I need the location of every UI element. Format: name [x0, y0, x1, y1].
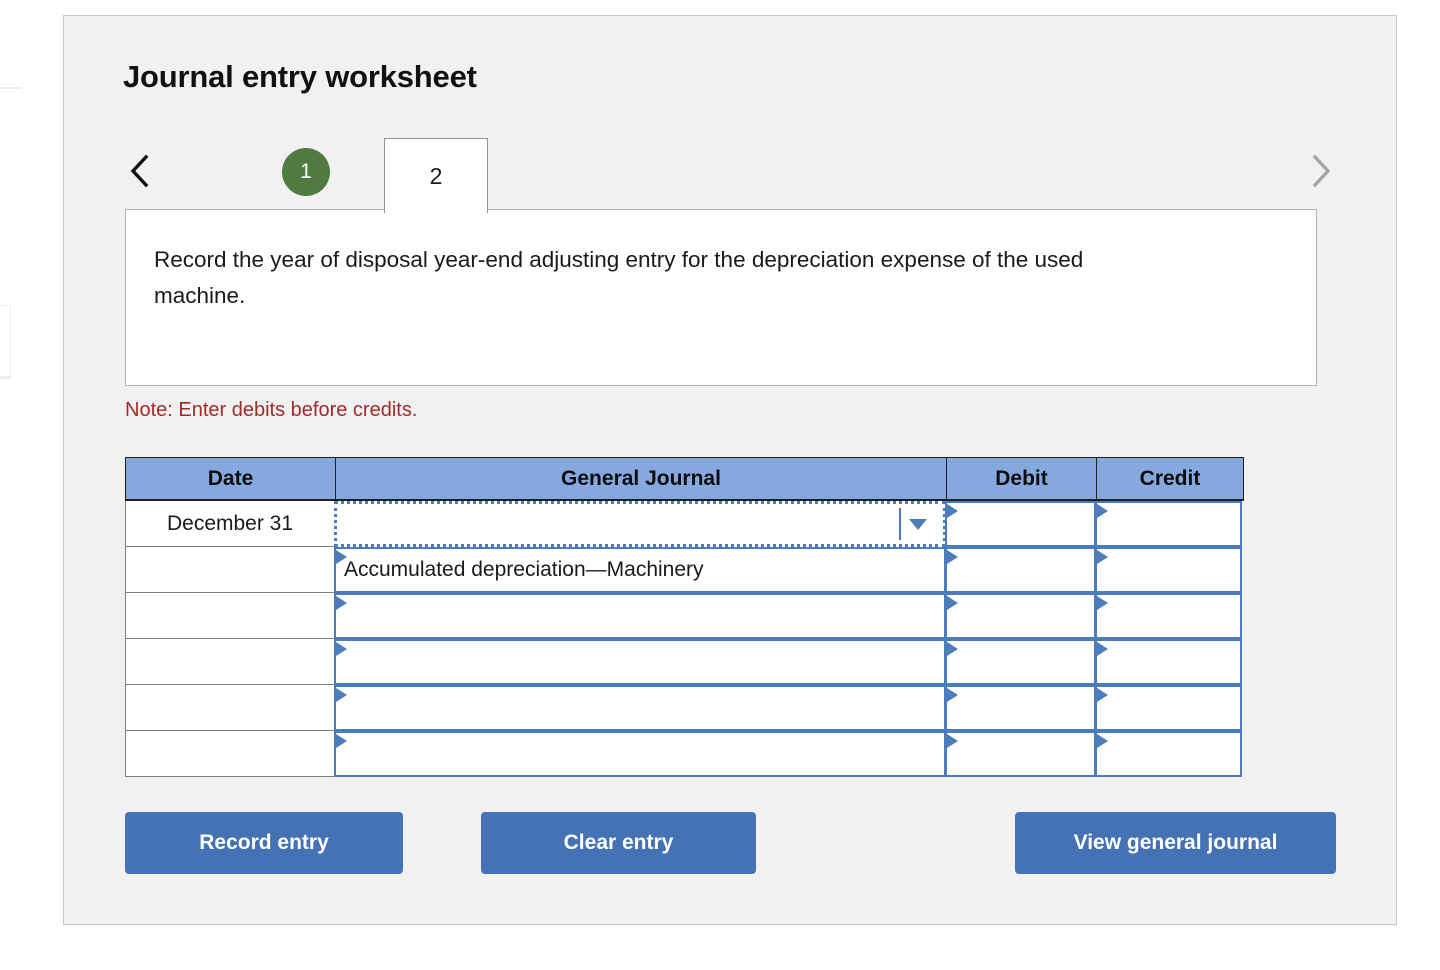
journal-table: Date General Journal Debit Credit Decemb… — [125, 457, 1244, 777]
cell-marker-icon — [1097, 688, 1108, 702]
general-journal-select[interactable] — [334, 501, 946, 547]
journal-entry-panel: Journal entry worksheet 1 2 Record the y… — [63, 15, 1397, 925]
date-cell[interactable] — [125, 593, 335, 639]
cell-marker-icon — [336, 642, 347, 656]
background-fragment-box — [0, 377, 11, 379]
cell-marker-icon — [336, 688, 347, 702]
cell-marker-icon — [1097, 596, 1108, 610]
prompt-text: Record the year of disposal year-end adj… — [154, 247, 1084, 308]
page-title: Journal entry worksheet — [123, 59, 477, 94]
credit-input[interactable] — [1095, 593, 1242, 639]
credit-input[interactable] — [1095, 639, 1242, 685]
background-fragment-box — [0, 305, 11, 377]
cell-marker-icon — [1097, 504, 1108, 518]
cell-marker-icon — [1097, 550, 1108, 564]
general-journal-value: Accumulated depreciation—Machinery — [344, 558, 704, 581]
cell-marker-icon — [947, 734, 958, 748]
cell-marker-icon — [947, 596, 958, 610]
tab-1[interactable]: 1 — [282, 148, 330, 196]
date-cell[interactable] — [125, 685, 335, 731]
tab-1-label: 1 — [300, 160, 312, 183]
general-journal-input[interactable] — [334, 685, 946, 731]
general-journal-input[interactable] — [334, 593, 946, 639]
cell-marker-icon — [947, 550, 958, 564]
tab-2[interactable]: 2 — [384, 138, 488, 213]
cell-marker-icon — [1097, 734, 1108, 748]
table-row: Accumulated depreciation—Machinery — [125, 547, 1244, 593]
credit-input[interactable] — [1095, 501, 1242, 547]
general-journal-input[interactable] — [334, 639, 946, 685]
worksheet-tabstrip: 1 2 — [123, 131, 1338, 213]
column-header-debit: Debit — [947, 458, 1097, 499]
debit-input[interactable] — [945, 593, 1096, 639]
screenshot-root: Journal entry worksheet 1 2 Record the y… — [0, 0, 1440, 970]
cell-marker-icon — [336, 550, 347, 564]
credit-input[interactable] — [1095, 685, 1242, 731]
credit-input[interactable] — [1095, 731, 1242, 777]
view-general-journal-button[interactable]: View general journal — [1015, 812, 1336, 874]
tab-2-label: 2 — [429, 162, 443, 189]
debit-input[interactable] — [945, 731, 1096, 777]
clear-entry-button[interactable]: Clear entry — [481, 812, 756, 874]
debit-input[interactable] — [945, 685, 1096, 731]
chevron-left-icon[interactable] — [123, 149, 157, 193]
background-fragment-line — [0, 87, 22, 89]
chevron-down-icon[interactable] — [901, 504, 935, 544]
chevron-right-icon[interactable] — [1304, 149, 1338, 193]
column-header-date: Date — [126, 458, 336, 499]
general-journal-input[interactable] — [334, 731, 946, 777]
note-text: Note: Enter debits before credits. — [125, 399, 418, 421]
general-journal-input[interactable]: Accumulated depreciation—Machinery — [334, 547, 946, 593]
date-cell[interactable] — [125, 639, 335, 685]
date-cell[interactable] — [125, 731, 335, 777]
debit-input[interactable] — [945, 639, 1096, 685]
credit-input[interactable] — [1095, 547, 1242, 593]
column-header-general-journal: General Journal — [336, 458, 947, 499]
cell-marker-icon — [336, 734, 347, 748]
table-row: December 31 — [125, 501, 1244, 547]
cell-marker-icon — [336, 596, 347, 610]
table-row — [125, 639, 1244, 685]
cell-marker-icon — [947, 688, 958, 702]
date-cell[interactable]: December 31 — [125, 501, 335, 547]
cell-marker-icon — [947, 642, 958, 656]
column-header-credit: Credit — [1097, 458, 1243, 499]
table-row — [125, 685, 1244, 731]
cell-marker-icon — [1097, 642, 1108, 656]
cell-marker-icon — [947, 504, 958, 518]
debit-input[interactable] — [945, 501, 1096, 547]
debit-input[interactable] — [945, 547, 1096, 593]
table-header-row: Date General Journal Debit Credit — [125, 457, 1244, 501]
date-cell[interactable] — [125, 547, 335, 593]
record-entry-button[interactable]: Record entry — [125, 812, 403, 874]
table-row — [125, 731, 1244, 777]
prompt-box: Record the year of disposal year-end adj… — [125, 209, 1317, 386]
table-row — [125, 593, 1244, 639]
